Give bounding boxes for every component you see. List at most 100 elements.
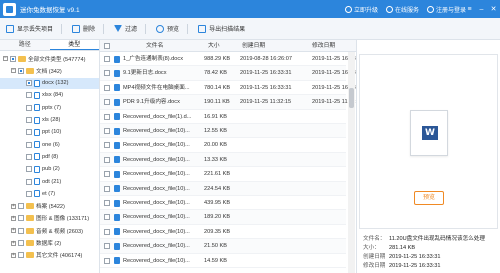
service-icon xyxy=(385,5,393,13)
tree-checkbox[interactable] xyxy=(18,252,24,259)
tree-item[interactable]: + 其它文件 (406174) xyxy=(0,250,99,261)
tree-checkbox[interactable] xyxy=(18,203,24,210)
preview-button[interactable]: 预览 xyxy=(414,191,444,205)
tree-item[interactable]: pub (2) xyxy=(0,164,99,175)
tree-checkbox[interactable] xyxy=(26,104,32,111)
tree-item[interactable]: xlsx (84) xyxy=(0,90,99,101)
row-checkbox[interactable] xyxy=(104,200,110,206)
tree-item[interactable]: one (6) xyxy=(0,139,99,150)
expand-toggle-icon[interactable]: + xyxy=(11,240,16,246)
tree-item[interactable]: − 文档 (342) xyxy=(0,65,99,76)
tree-item-label: pptx (7) xyxy=(42,104,61,111)
delete-button[interactable]: 删除 xyxy=(72,24,95,33)
file-row[interactable]: Recovered_docx_file(10)... 209.35 KB xyxy=(100,225,346,240)
scrollbar-thumb[interactable] xyxy=(349,88,354,108)
tree-checkbox[interactable] xyxy=(26,166,32,173)
row-checkbox[interactable] xyxy=(104,84,110,91)
tree-checkbox[interactable] xyxy=(26,129,32,136)
filter-button[interactable]: 过滤 xyxy=(114,24,137,33)
row-checkbox[interactable] xyxy=(104,243,110,250)
tree-item[interactable]: xls (28) xyxy=(0,115,99,126)
expand-toggle-icon[interactable]: + xyxy=(11,203,16,209)
file-name: Recovered_docx_file(10)... xyxy=(123,257,190,264)
tree-item[interactable]: pptx (7) xyxy=(0,102,99,113)
column-name[interactable]: 文件名 xyxy=(146,40,163,52)
file-row[interactable]: MP4视频文件在电脑桌面... 780.14 KB 2019-11-25 16:33… xyxy=(100,81,356,96)
close-icon[interactable]: ✕ xyxy=(489,5,498,14)
tree-checkbox[interactable] xyxy=(26,80,32,87)
tree-item[interactable]: odt (21) xyxy=(0,176,99,187)
row-checkbox[interactable] xyxy=(104,56,110,62)
column-size[interactable]: 大小 xyxy=(208,40,220,52)
tree-checkbox[interactable] xyxy=(18,67,24,74)
file-row[interactable]: 1_广告连通制表(8).docx 988.29 KB 2019-08-28 16:2… xyxy=(100,52,356,67)
row-checkbox[interactable] xyxy=(104,228,110,235)
file-row[interactable]: Recovered_docx_file(10)... 439.95 KB xyxy=(100,196,346,211)
expand-toggle-icon[interactable]: + xyxy=(11,252,16,258)
column-created[interactable]: 创建日期 xyxy=(242,40,265,52)
row-checkbox[interactable] xyxy=(104,185,110,192)
row-checkbox[interactable] xyxy=(104,70,110,77)
login-link[interactable]: 注册与登录 xyxy=(426,5,466,14)
row-checkbox[interactable] xyxy=(104,113,110,120)
row-checkbox[interactable] xyxy=(104,99,110,106)
tree-item[interactable]: + 数据库 (2) xyxy=(0,238,99,249)
tree-checkbox[interactable] xyxy=(26,153,32,160)
tree-item[interactable]: − 全部文件类型 (547774) xyxy=(0,53,99,64)
tree-item[interactable]: + 图形 & 图像 (133171) xyxy=(0,213,99,224)
row-checkbox[interactable] xyxy=(104,128,110,134)
tab-type[interactable]: 类型 xyxy=(49,40,99,50)
file-row[interactable]: Recovered_docx_file(10)... 20.00 KB xyxy=(100,138,346,153)
upgrade-link[interactable]: 立即升级 xyxy=(344,5,378,14)
tree-checkbox[interactable] xyxy=(26,117,32,123)
tree-item[interactable]: pdf (8) xyxy=(0,151,99,162)
file-row[interactable]: Recovered_docx_file(10)... 13.33 KB xyxy=(100,152,346,168)
row-checkbox[interactable] xyxy=(104,156,110,163)
tree-checkbox[interactable] xyxy=(10,55,16,62)
show-lost-button[interactable]: 显示丢失项目 xyxy=(6,24,53,33)
docx-file-icon xyxy=(114,113,120,121)
tree-item[interactable]: docx (132) xyxy=(0,77,99,89)
column-modified[interactable]: 修改日期 xyxy=(312,40,335,52)
tree-checkbox[interactable] xyxy=(18,240,24,246)
expand-toggle-icon[interactable]: + xyxy=(11,228,16,234)
file-created: 2019-11-25 11:32:15 xyxy=(240,99,292,106)
tree-checkbox[interactable] xyxy=(26,178,32,185)
file-row[interactable]: Recovered_docx_file(10)... 221.61 KB xyxy=(100,167,346,182)
expand-toggle-icon[interactable]: − xyxy=(11,68,16,74)
tab-path[interactable]: 路径 xyxy=(0,40,50,50)
file-row[interactable]: Recovered_docx_file(10)... 189.20 KB xyxy=(100,210,346,225)
preview-toolbar-button[interactable]: 预览 xyxy=(156,24,179,33)
tree-checkbox[interactable] xyxy=(26,190,32,197)
select-all-checkbox[interactable] xyxy=(104,43,110,49)
file-row[interactable]: 9.1更新日志.docx 78.42 KB 2019-11-25 16:33:31 2… xyxy=(100,66,356,81)
file-row[interactable]: Recovered_docx_file(1).d... 16.91 KB xyxy=(100,110,346,124)
tree-checkbox[interactable] xyxy=(26,92,32,99)
export-button[interactable]: 导出扫描结果 xyxy=(198,24,245,33)
menu-icon[interactable]: ≡ xyxy=(465,5,474,14)
file-row[interactable]: Recovered_docx_file(10)... 12.55 KB xyxy=(100,124,346,139)
file-row[interactable]: Recovered_docx_file(10)... 14.59 KB xyxy=(100,254,346,268)
toolbar-divider xyxy=(103,23,105,34)
docx-file-icon xyxy=(114,141,120,149)
minimize-icon[interactable]: – xyxy=(477,5,486,14)
vertical-scrollbar[interactable] xyxy=(348,52,355,273)
tree-item[interactable]: et (7) xyxy=(0,188,99,199)
tree-item[interactable]: ppt (10) xyxy=(0,127,99,138)
row-checkbox[interactable] xyxy=(104,142,110,149)
title-actions: 立即升级 在线服务 注册与登录 xyxy=(344,0,466,18)
tree-checkbox[interactable] xyxy=(18,215,24,222)
row-checkbox[interactable] xyxy=(104,171,110,178)
file-row[interactable]: Recovered_docx_file(10)... 21.50 KB xyxy=(100,239,346,254)
file-row[interactable]: PDR 9.1升级内容.docx 190.11 KB 2019-11-25 11:3… xyxy=(100,95,356,110)
file-row[interactable]: Recovered_docx_file(10)... 224.54 KB xyxy=(100,181,346,196)
tree-item[interactable]: + 档案 (5422) xyxy=(0,201,99,212)
online-service-link[interactable]: 在线服务 xyxy=(385,5,419,14)
row-checkbox[interactable] xyxy=(104,214,110,221)
expand-toggle-icon[interactable]: + xyxy=(11,215,16,221)
tree-checkbox[interactable] xyxy=(18,227,24,234)
row-checkbox[interactable] xyxy=(104,257,110,264)
tree-checkbox[interactable] xyxy=(26,141,32,148)
tree-item[interactable]: + 音频 & 视频 (2603) xyxy=(0,225,99,236)
expand-toggle-icon[interactable]: − xyxy=(3,56,8,61)
